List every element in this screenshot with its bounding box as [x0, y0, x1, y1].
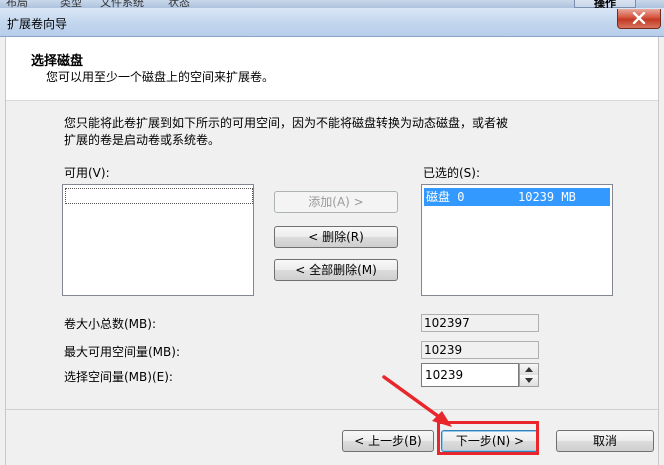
- dialog-right-border: [658, 37, 659, 465]
- select-space-spinner[interactable]: [519, 363, 539, 387]
- selected-label: 已选的(S):: [423, 166, 481, 180]
- available-list[interactable]: [62, 184, 254, 296]
- total-size-field: 102397: [421, 314, 539, 332]
- page-subtitle: 您可以用至少一个磁盘上的空间来扩展卷。: [46, 70, 275, 84]
- max-space-label: 最大可用空间量(MB):: [64, 345, 180, 359]
- available-label: 可用(V):: [64, 166, 110, 180]
- total-size-label: 卷大小总数(MB):: [64, 317, 156, 331]
- list-item[interactable]: 磁盘 0 10239 MB: [424, 188, 610, 206]
- dialog-title: 扩展卷向导: [7, 17, 68, 31]
- bg-action-button: 操作: [574, 0, 636, 8]
- description-text: 您只能将此卷扩展到如下所示的可用空间，因为不能将磁盘转换为动态磁盘，或者被 扩展…: [64, 115, 634, 149]
- cancel-button[interactable]: 取消: [556, 430, 654, 452]
- focus-rect: [65, 188, 253, 204]
- arrow-down-icon: [525, 378, 533, 383]
- description-line: 您只能将此卷扩展到如下所示的可用空间，因为不能将磁盘转换为动态磁盘，或者被: [64, 116, 509, 130]
- description-line: 扩展的卷是启动卷或系统卷。: [64, 133, 221, 147]
- dialog-left-border: [5, 37, 6, 465]
- disk-size: 10239 MB: [518, 190, 576, 204]
- add-button[interactable]: 添加(A) >: [274, 191, 398, 213]
- annotation-arrow-icon: [382, 375, 452, 427]
- selected-list[interactable]: 磁盘 0 10239 MB: [421, 184, 613, 296]
- remove-all-button[interactable]: < 全部删除(M): [274, 259, 398, 281]
- dialog-titlebar[interactable]: 扩展卷向导: [0, 8, 664, 37]
- bottom-divider: [6, 409, 658, 410]
- arrow-up-icon: [525, 367, 533, 372]
- max-space-field: 10239: [421, 341, 539, 359]
- page-title: 选择磁盘: [31, 54, 84, 69]
- select-space-label: 选择空间量(MB)(E):: [64, 370, 173, 384]
- close-icon: [632, 12, 646, 24]
- close-button[interactable]: [617, 9, 661, 29]
- disk-name: 磁盘 0: [426, 190, 465, 204]
- spin-down-button[interactable]: [520, 375, 538, 386]
- wizard-header: 选择磁盘 您可以用至少一个磁盘上的空间来扩展卷。: [6, 37, 658, 101]
- remove-button[interactable]: < 删除(R): [274, 226, 398, 248]
